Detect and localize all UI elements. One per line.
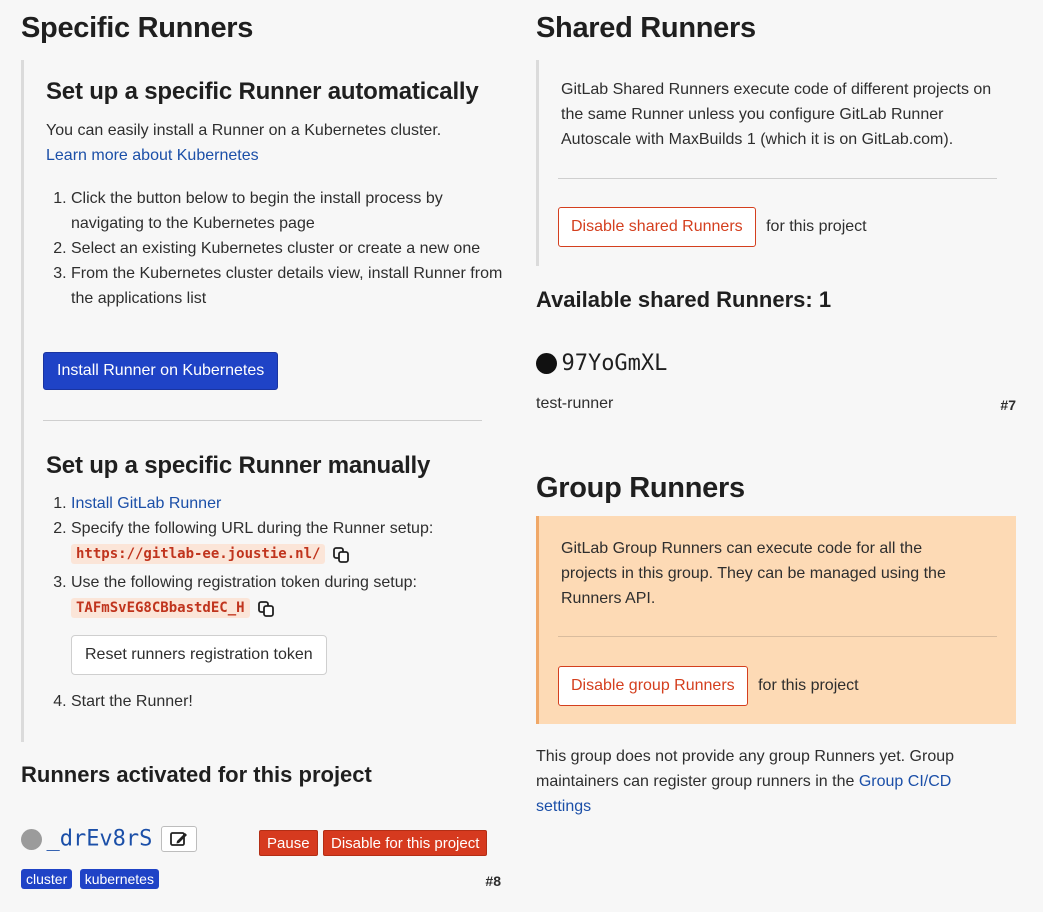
auto-setup-title: Set up a specific Runner automatically xyxy=(46,78,479,105)
pause-runner-button[interactable]: Pause xyxy=(259,830,318,856)
runner-url: https://gitlab-ee.joustie.nl/ xyxy=(71,544,326,564)
edit-icon[interactable] xyxy=(160,826,197,852)
shared-runner-desc: test-runner xyxy=(536,395,614,412)
copy-icon[interactable] xyxy=(257,600,274,617)
manual-step-1: Install GitLab Runner xyxy=(71,491,511,516)
group-note: This group does not provide any group Ru… xyxy=(536,744,1006,819)
runner-tags-row: cluster kubernetes #8 xyxy=(21,869,501,889)
reset-token-button[interactable]: Reset runners registration token xyxy=(71,635,327,675)
auto-step-3: From the Kubernetes cluster details view… xyxy=(71,261,511,311)
runner-status-icon xyxy=(536,353,557,374)
auto-setup-steps: Click the button below to begin the inst… xyxy=(24,186,511,311)
shared-runner-id: #7 xyxy=(1000,397,1016,413)
runner-id: #8 xyxy=(485,873,501,889)
specific-runners-setup: Set up a specific Runner automatically Y… xyxy=(21,60,504,742)
manual-step-2: Specify the following URL during the Run… xyxy=(71,516,511,567)
manual-step-2-text: Specify the following URL during the Run… xyxy=(71,520,434,537)
specific-runners-title: Specific Runners xyxy=(21,12,254,44)
activated-runners-title: Runners activated for this project xyxy=(21,762,372,787)
disable-group-runners-button[interactable]: Disable group Runners xyxy=(558,666,748,706)
auto-step-2: Select an existing Kubernetes cluster or… xyxy=(71,236,511,261)
group-runners-title: Group Runners xyxy=(536,472,745,504)
shared-action-row: Disable shared Runners for this project xyxy=(558,207,867,247)
tag-badge: kubernetes xyxy=(79,869,159,889)
group-runners-desc: GitLab Group Runners can execute code fo… xyxy=(561,540,946,607)
install-gitlab-runner-link[interactable]: Install GitLab Runner xyxy=(71,495,221,512)
shared-suffix: for this project xyxy=(766,218,867,235)
setup-divider xyxy=(43,420,482,421)
manual-step-4: Start the Runner! xyxy=(71,689,511,714)
shared-runners-title: Shared Runners xyxy=(536,12,756,44)
manual-setup-title: Set up a specific Runner manually xyxy=(46,452,431,479)
shared-runner-row: 97YoGmXL xyxy=(536,351,667,376)
shared-runners-desc: GitLab Shared Runners execute code of di… xyxy=(561,81,992,148)
shared-runner-meta: test-runner #7 xyxy=(536,395,1016,413)
runner-status-icon xyxy=(21,828,42,850)
auto-step-1: Click the button below to begin the inst… xyxy=(71,186,511,236)
manual-setup-steps: Install GitLab Runner Specify the follow… xyxy=(24,491,511,714)
tag-badge: cluster xyxy=(21,869,73,889)
registration-token: TAFmSvEG8CBbastdEC_H xyxy=(71,598,250,618)
group-suffix: for this project xyxy=(758,677,859,694)
group-divider xyxy=(558,636,997,637)
activated-runner-name[interactable]: _drEv8rS xyxy=(46,827,152,852)
copy-icon[interactable] xyxy=(333,546,350,563)
install-runner-kubernetes-button[interactable]: Install Runner on Kubernetes xyxy=(43,352,279,390)
activated-runner-row: _drEv8rS Pause Disable for this project xyxy=(21,826,501,856)
learn-kubernetes-link[interactable]: Learn more about Kubernetes xyxy=(46,147,259,164)
shared-divider xyxy=(558,178,997,179)
auto-setup-desc: You can easily install a Runner on a Kub… xyxy=(46,122,442,139)
group-runners-block: GitLab Group Runners can execute code fo… xyxy=(536,516,1016,724)
manual-step-3: Use the following registration token dur… xyxy=(71,570,511,675)
available-shared-title: Available shared Runners: 1 xyxy=(536,287,832,312)
disable-runner-button[interactable]: Disable for this project xyxy=(323,830,488,856)
disable-shared-runners-button[interactable]: Disable shared Runners xyxy=(558,207,756,247)
shared-runner-name: 97YoGmXL xyxy=(561,351,668,376)
manual-step-3-text: Use the following registration token dur… xyxy=(71,574,417,591)
group-action-row: Disable group Runners for this project xyxy=(558,666,859,706)
shared-runners-block: GitLab Shared Runners execute code of di… xyxy=(536,60,1016,266)
